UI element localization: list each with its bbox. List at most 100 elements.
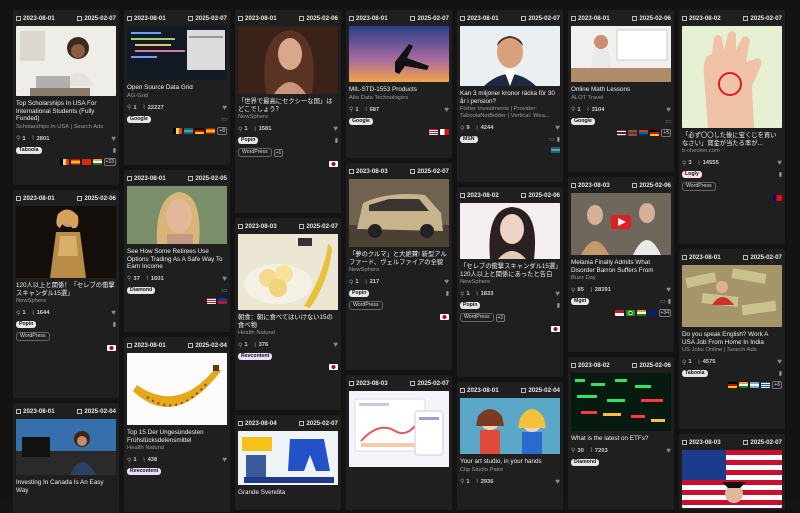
network-badge[interactable]: Google bbox=[571, 117, 595, 125]
ad-thumbnail[interactable] bbox=[16, 419, 116, 475]
ad-card[interactable]: 2023-08-03 2025-02-06 Melania Finally Adm… bbox=[568, 177, 674, 352]
more-countries-button[interactable]: +5 bbox=[661, 128, 671, 137]
more-platforms-button[interactable]: +1 bbox=[273, 148, 284, 157]
network-badge[interactable]: Mgid bbox=[571, 298, 590, 306]
ad-title[interactable]: Investing In Canada Is An Easy Way bbox=[13, 475, 119, 494]
more-countries-button[interactable]: +8 bbox=[217, 126, 227, 135]
ad-thumbnail[interactable] bbox=[460, 398, 560, 454]
heart-icon[interactable]: ♥ bbox=[444, 105, 449, 114]
heart-icon[interactable]: ♥ bbox=[666, 446, 671, 455]
ad-card[interactable]: 2023-08-02 2025-02-06 What is the latest … bbox=[568, 357, 674, 510]
ad-thumbnail[interactable] bbox=[349, 391, 449, 467]
ad-thumbnail[interactable] bbox=[16, 26, 116, 96]
ad-thumbnail[interactable] bbox=[349, 179, 449, 247]
platform-badge[interactable]: WordPress bbox=[460, 313, 494, 323]
ad-card[interactable]: 2023-08-01 2025-02-07 Top Scholarships In… bbox=[13, 10, 119, 185]
heart-icon[interactable]: ♥ bbox=[222, 103, 227, 112]
more-countries-button[interactable]: +33 bbox=[103, 157, 116, 166]
ad-title[interactable]: 「必ず〇〇した後に宝くじを買いなさい」賞金が当たる率が... bbox=[679, 128, 785, 147]
network-badge[interactable]: Diamond bbox=[571, 458, 600, 466]
network-badge[interactable]: Popin bbox=[460, 302, 481, 310]
ad-card[interactable]: 2023-08-03 2025-02-07 朝食：朝に食べてはいけない15の食べ物… bbox=[235, 218, 341, 410]
ad-card[interactable]: 2023-08-01 2025-02-06 「世界で最高にセクシーな国」はどこでし… bbox=[235, 10, 341, 213]
ad-title[interactable]: Open Source Data Grid bbox=[124, 80, 230, 92]
heart-icon[interactable]: ♥ bbox=[777, 159, 782, 167]
ad-title[interactable]: MIL-STD-1553 Products bbox=[346, 82, 452, 94]
ad-title[interactable]: Kan 3 miljoner kronor räcka för 30 år i … bbox=[457, 86, 563, 105]
ad-card[interactable]: 2023-08-01 2025-02-07 MIL-STD-1553 Produc… bbox=[346, 10, 452, 158]
ad-title[interactable]: 「夢のクルマ」と大絶賛! 新型アルファード、ヴェルファイアの全貌 bbox=[346, 247, 452, 266]
network-badge[interactable]: Popin bbox=[349, 290, 370, 298]
ad-card[interactable]: 2023-08-01 2025-02-04 Top 15 Der Ungesünd… bbox=[124, 337, 230, 512]
platform-badge[interactable]: WordPress bbox=[238, 148, 272, 158]
network-badge[interactable]: Popin bbox=[16, 321, 37, 329]
more-countries-button[interactable]: +34 bbox=[658, 309, 671, 318]
ad-title[interactable]: Online Math Lessons bbox=[568, 82, 674, 94]
ad-thumbnail[interactable] bbox=[571, 26, 671, 82]
ad-thumbnail[interactable] bbox=[238, 26, 338, 94]
ad-thumbnail[interactable] bbox=[349, 26, 449, 82]
network-badge[interactable]: Popin bbox=[238, 137, 259, 145]
ad-card[interactable]: 2023-08-04 2025-02-07 Grande Svendita bbox=[235, 415, 341, 510]
ad-thumbnail[interactable] bbox=[127, 353, 227, 425]
ad-card[interactable]: 2023-08-03 2025-02-07 「夢のクルマ」と大絶賛! 新型アルファ… bbox=[346, 163, 452, 370]
network-badge[interactable]: Google bbox=[349, 117, 373, 125]
ad-thumbnail[interactable] bbox=[238, 234, 338, 310]
ad-thumbnail[interactable] bbox=[127, 26, 227, 80]
ad-title[interactable]: Melania Finally Admits What Disorder Bar… bbox=[568, 255, 674, 274]
ad-card[interactable]: 2023-08-01 2025-02-04 Your art studio, in… bbox=[457, 382, 563, 510]
ad-card[interactable]: 2023-08-01 2025-02-06 Online Math Lessons… bbox=[568, 10, 674, 172]
ad-card[interactable]: 2023-08-01 2025-02-07 Do you speak Englis… bbox=[679, 249, 785, 429]
ad-card[interactable]: 2023-08-01 2025-02-07 Kan 3 miljoner kron… bbox=[457, 10, 563, 182]
heart-icon[interactable]: ♥ bbox=[333, 125, 338, 133]
heart-icon[interactable]: ♥ bbox=[222, 274, 227, 283]
heart-icon[interactable]: ♥ bbox=[666, 286, 671, 294]
heart-icon[interactable]: ♥ bbox=[444, 278, 449, 286]
ad-title[interactable]: Your art studio, in your hands bbox=[457, 454, 563, 466]
ad-thumbnail[interactable] bbox=[127, 186, 227, 244]
ad-title[interactable]: 「世界で最高にセクシーな国」はどこでしょう？ bbox=[235, 94, 341, 113]
more-countries-button[interactable]: +6 bbox=[772, 381, 782, 390]
network-badge[interactable]: Logly bbox=[682, 171, 702, 179]
ad-thumbnail[interactable] bbox=[682, 26, 782, 128]
ad-title[interactable]: What is the latest on ETFs? bbox=[568, 431, 674, 443]
ad-title[interactable]: Top 15 Der Ungesündesten Frühstücksdelen… bbox=[124, 425, 230, 444]
ad-thumbnail[interactable] bbox=[682, 450, 782, 508]
heart-icon[interactable]: ♥ bbox=[333, 341, 338, 349]
ad-thumbnail[interactable] bbox=[238, 431, 338, 485]
platform-badge[interactable]: WordPress bbox=[349, 301, 383, 311]
ad-title[interactable]: See How Some Retirees Use Options Tradin… bbox=[124, 244, 230, 271]
ad-card[interactable]: 2023-08-02 2025-02-07 「必ず〇〇した後に宝くじを買いなさい」… bbox=[679, 10, 785, 244]
heart-icon[interactable]: ♥ bbox=[666, 105, 671, 114]
heart-icon[interactable]: ♥ bbox=[555, 477, 560, 486]
ad-card[interactable]: 2023-08-01 2025-02-06 120人以上と関係！「セレブの衝撃スキ… bbox=[13, 190, 119, 398]
platform-badge[interactable]: WordPress bbox=[16, 332, 50, 342]
ad-card[interactable]: 2023-08-03 2025-02-07 bbox=[679, 434, 785, 510]
network-badge[interactable]: Taboola bbox=[682, 370, 708, 378]
ad-thumbnail[interactable] bbox=[460, 26, 560, 86]
ad-card[interactable]: 2023-08-01 2025-02-05 See How Some Retire… bbox=[124, 170, 230, 332]
heart-icon[interactable]: ♥ bbox=[222, 456, 227, 464]
network-badge[interactable]: Taboola bbox=[16, 146, 42, 154]
ad-thumbnail[interactable] bbox=[571, 193, 671, 255]
ad-card[interactable]: 2023-08-01 2025-02-04 Investing In Canada… bbox=[13, 403, 119, 513]
ad-title[interactable]: 朝食：朝に食べてはいけない15の食べ物 bbox=[235, 310, 341, 329]
network-badge[interactable]: MSN bbox=[460, 136, 478, 144]
ad-thumbnail[interactable] bbox=[460, 203, 560, 259]
ad-card[interactable]: 2023-08-02 2025-02-06 「セレブの衝撃スキャンダル15選」12… bbox=[457, 187, 563, 377]
ad-title[interactable]: Top Scholarships In USA For Internationa… bbox=[13, 96, 119, 123]
heart-icon[interactable]: ♥ bbox=[777, 358, 782, 366]
ad-thumbnail[interactable] bbox=[571, 373, 671, 431]
heart-icon[interactable]: ♥ bbox=[111, 134, 116, 143]
ad-title[interactable]: Grande Svendita bbox=[235, 485, 341, 497]
ad-thumbnail[interactable] bbox=[16, 206, 116, 278]
ad-title[interactable]: 120人以上と関係！「セレブの衝撃スキャンダル15選」 bbox=[13, 278, 119, 297]
network-badge[interactable]: Diamond bbox=[127, 286, 156, 294]
ad-card[interactable]: 2023-08-03 2025-02-07 bbox=[346, 375, 452, 510]
ad-title[interactable]: 「セレブの衝撃スキャンダル15選」120人以上と関係にあったと告白 bbox=[457, 259, 563, 278]
ad-thumbnail[interactable] bbox=[682, 265, 782, 327]
network-badge[interactable]: Revcontent bbox=[127, 468, 162, 476]
platform-badge[interactable]: WordPress bbox=[682, 182, 716, 192]
heart-icon[interactable]: ♥ bbox=[555, 124, 560, 132]
ad-title[interactable]: Do you speak English? Work A USA Job Fro… bbox=[679, 327, 785, 346]
